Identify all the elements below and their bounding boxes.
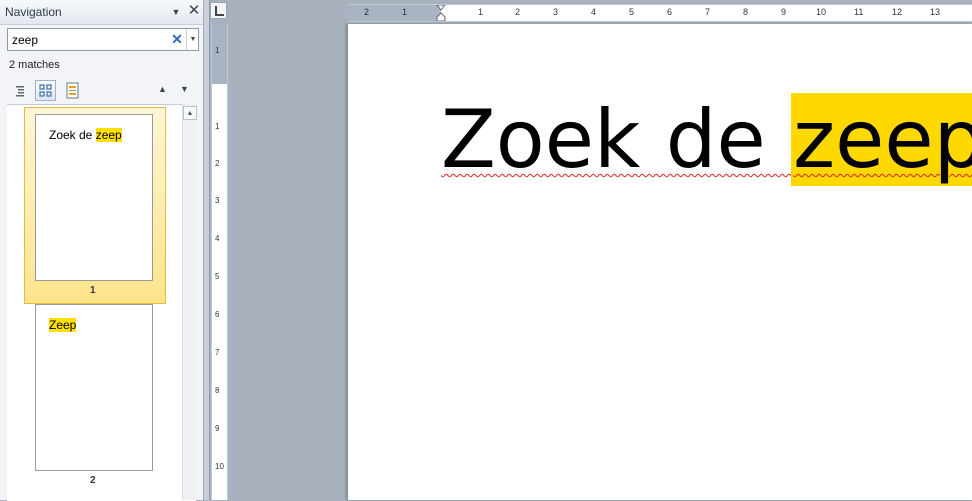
ruler-tick: 1 (478, 7, 484, 17)
previous-result-button[interactable]: ▲ (158, 84, 167, 94)
match-count: 2 matches (9, 59, 60, 71)
page-thumbnail-1[interactable]: Zoek de zeep (35, 114, 153, 281)
ruler-tick: 3 (553, 7, 559, 17)
ruler-tick: 6 (667, 7, 673, 17)
headings-icon (16, 86, 24, 97)
search-box: ✕ ▼ (7, 28, 199, 51)
ruler-tick: 9 (215, 424, 220, 433)
ruler-tick: 2 (364, 7, 370, 17)
page-number: 2 (90, 475, 96, 486)
thumbnail-text: Zeep (49, 318, 77, 332)
ruler-tick: 11 (854, 7, 864, 17)
ruler-tick: 12 (892, 7, 903, 17)
ruler-tick: 2 (515, 7, 521, 17)
page-number: 1 (90, 285, 96, 296)
navigation-title-bar: Navigation ▼ ✕ (0, 0, 203, 25)
chevron-down-icon[interactable]: ▼ (169, 6, 183, 18)
tab-browse-headings[interactable] (10, 80, 31, 101)
ruler-tick: 6 (215, 310, 220, 319)
clear-search-icon[interactable]: ✕ (170, 31, 184, 48)
left-tab-icon (215, 6, 224, 16)
tab-browse-results[interactable] (62, 80, 83, 101)
indent-marker-icon[interactable] (436, 5, 446, 21)
horizontal-ruler[interactable]: 2 1 1 2 3 4 5 6 7 8 9 10 11 12 13 (348, 4, 972, 22)
document-page[interactable]: Zoek de zeep (348, 24, 972, 500)
thumbnails-scrollbar[interactable]: ▲ (182, 104, 197, 500)
scroll-up-icon[interactable]: ▲ (183, 106, 197, 120)
ruler-tick: 7 (215, 348, 220, 357)
ruler-tick: 1 (402, 7, 408, 17)
ruler-tick: 3 (215, 196, 220, 205)
thumbnails-grid-icon (39, 84, 52, 97)
document-text[interactable]: Zoek de zeep (441, 93, 972, 186)
search-match-highlight: zeep (791, 93, 972, 186)
document-background (228, 22, 348, 500)
next-result-button[interactable]: ▼ (180, 84, 189, 94)
thumbnail-text: Zoek de zeep (49, 128, 122, 142)
ruler-tick: 8 (215, 386, 220, 395)
ruler-tick: 7 (705, 7, 711, 17)
ruler-tick: 5 (629, 7, 635, 17)
ruler-tick: 10 (215, 462, 224, 471)
ruler-tick: 2 (215, 159, 220, 168)
match-highlight: Zeep (49, 318, 77, 332)
ruler-tick: 10 (816, 7, 827, 17)
ruler-tick: 9 (781, 7, 787, 17)
vertical-ruler[interactable]: 1 1 2 3 4 5 6 7 8 9 10 (211, 24, 228, 500)
navigation-pane: Navigation ▼ ✕ ✕ ▼ 2 matches ▲ (0, 0, 204, 501)
search-input[interactable] (8, 29, 162, 50)
document-text-plain: Zoek de (441, 93, 792, 186)
close-icon[interactable]: ✕ (187, 3, 201, 18)
page-thumbnails-list: Zoek de zeep 1 Zeep 2 (7, 104, 196, 501)
ruler-tick: 1 (215, 122, 220, 131)
match-highlight: zeep (95, 128, 122, 142)
ruler-tick: 8 (743, 7, 749, 17)
tab-browse-pages[interactable] (35, 80, 56, 101)
ruler-tick: 4 (215, 234, 220, 243)
navigation-title: Navigation (5, 5, 62, 19)
ruler-tick: 1 (215, 46, 220, 55)
ruler-tick: 4 (591, 7, 597, 17)
tab-selector[interactable] (210, 2, 227, 19)
search-options-dropdown[interactable]: ▼ (186, 29, 199, 50)
ruler-left-margin (348, 5, 441, 21)
ruler-tick: 5 (215, 272, 220, 281)
pane-splitter[interactable] (204, 0, 210, 500)
page-thumbnail-2[interactable]: Zeep (35, 304, 153, 471)
ruler-tick: 13 (930, 7, 941, 17)
results-page-icon (66, 82, 79, 99)
